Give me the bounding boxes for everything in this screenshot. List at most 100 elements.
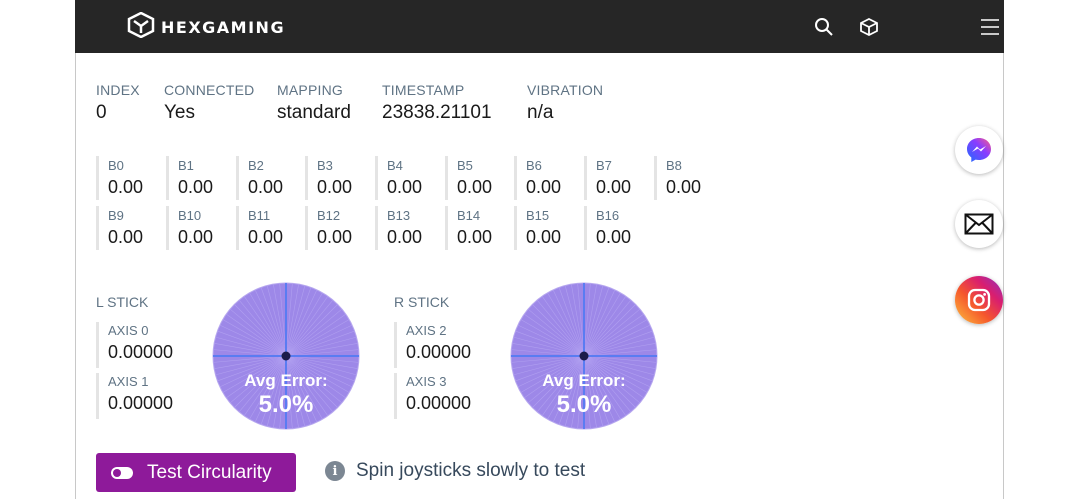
box-icon[interactable] — [857, 15, 881, 39]
button-readout-b16: B16 0.00 — [584, 206, 646, 250]
left-stick-title: L STICK — [96, 294, 149, 310]
button-label: B6 — [526, 158, 542, 173]
hint-text: Spin joysticks slowly to test — [356, 460, 586, 481]
axis-0-readout: AXIS 0 0.00000 — [96, 322, 196, 368]
axis-label: AXIS 2 — [406, 323, 447, 338]
button-value: 0.00 — [526, 177, 562, 197]
button-value: 0.00 — [178, 227, 214, 247]
instagram-icon[interactable] — [955, 276, 1003, 324]
button-label: B1 — [178, 158, 194, 173]
button-readout-b15: B15 0.00 — [514, 206, 576, 250]
axis-value: 0.00000 — [108, 393, 174, 413]
button-value: 0.00 — [248, 177, 284, 197]
info-timestamp: TIMESTAMP 23838.21101 — [382, 82, 492, 124]
axis-value: 0.00000 — [406, 342, 472, 362]
info-connected: CONNECTED Yes — [164, 82, 254, 124]
info-mapping-label: MAPPING — [277, 82, 343, 98]
info-vibration-value: n/a — [527, 102, 554, 123]
button-readout-b10: B10 0.00 — [166, 206, 228, 250]
button-value: 0.00 — [596, 177, 632, 197]
button-value: 0.00 — [666, 177, 702, 197]
top-navigation-bar: HEXGAMING — [75, 0, 1004, 53]
button-readout-b5: B5 0.00 — [445, 156, 507, 200]
button-value: 0.00 — [457, 177, 493, 197]
button-label: B9 — [108, 208, 124, 223]
axis-1-readout: AXIS 1 0.00000 — [96, 373, 196, 419]
info-vibration-label: VIBRATION — [527, 82, 604, 98]
button-value: 0.00 — [526, 227, 562, 247]
axis-label: AXIS 0 — [108, 323, 149, 338]
button-value: 0.00 — [457, 227, 493, 247]
button-readout-b0: B0 0.00 — [96, 156, 158, 200]
button-readout-b9: B9 0.00 — [96, 206, 158, 250]
test-circularity-button[interactable]: Test Circularity — [96, 453, 296, 492]
button-value: 0.00 — [108, 227, 144, 247]
button-value: 0.00 — [317, 227, 353, 247]
button-readout-b12: B12 0.00 — [305, 206, 367, 250]
button-label: B11 — [248, 208, 271, 223]
info-mapping: MAPPING standard — [277, 82, 351, 124]
axis-3-readout: AXIS 3 0.00000 — [394, 373, 494, 419]
info-index: INDEX 0 — [96, 82, 140, 124]
search-icon[interactable] — [812, 15, 836, 39]
axis-value: 0.00000 — [406, 393, 472, 413]
button-value: 0.00 — [317, 177, 353, 197]
info-index-value: 0 — [96, 102, 107, 123]
brand-logo[interactable]: HEXGAMING — [127, 11, 286, 43]
button-value: 0.00 — [248, 227, 284, 247]
stick-position-dot — [579, 351, 589, 361]
info-connected-value: Yes — [164, 102, 195, 123]
button-label: B3 — [317, 158, 333, 173]
axis-label: AXIS 1 — [108, 374, 149, 389]
brand-name: HEXGAMING — [161, 17, 286, 37]
info-index-label: INDEX — [96, 82, 140, 98]
button-label: B8 — [666, 158, 682, 173]
button-value: 0.00 — [596, 227, 632, 247]
button-label: B14 — [457, 208, 481, 223]
button-readout-b8: B8 0.00 — [654, 156, 716, 200]
button-readout-b11: B11 0.00 — [236, 206, 298, 250]
info-mapping-value: standard — [277, 102, 351, 123]
button-value: 0.00 — [178, 177, 214, 197]
button-label: B15 — [526, 208, 550, 223]
right-avg-error-value: 5.0% — [556, 391, 612, 418]
button-readout-b1: B1 0.00 — [166, 156, 228, 200]
button-label: B0 — [108, 158, 124, 173]
button-label: B4 — [387, 158, 403, 173]
mail-icon[interactable] — [955, 200, 1003, 248]
right-stick-title: R STICK — [394, 294, 450, 310]
button-value: 0.00 — [387, 177, 423, 197]
info-vibration: VIBRATION n/a — [527, 82, 603, 124]
button-readout-b14: B14 0.00 — [445, 206, 507, 250]
button-readout-b3: B3 0.00 — [305, 156, 367, 200]
axis-2-readout: AXIS 2 0.00000 — [394, 322, 494, 368]
left-avg-error-label: Avg Error: — [244, 371, 328, 390]
hexagon-logo-icon — [127, 11, 155, 43]
button-label: B5 — [457, 158, 473, 173]
button-value: 0.00 — [108, 177, 144, 197]
button-label: B16 — [596, 208, 620, 223]
button-value: 0.00 — [387, 227, 423, 247]
toggle-icon — [111, 466, 133, 479]
button-readout-b7: B7 0.00 — [584, 156, 646, 200]
button-label: B10 — [178, 208, 202, 223]
axis-label: AXIS 3 — [406, 374, 447, 389]
button-label: B2 — [248, 158, 264, 173]
button-readout-b4: B4 0.00 — [375, 156, 437, 200]
info-connected-label: CONNECTED — [164, 82, 255, 98]
button-label: B7 — [596, 158, 612, 173]
menu-icon[interactable] — [981, 15, 1001, 39]
axis-value: 0.00000 — [108, 342, 174, 362]
stick-position-dot — [281, 351, 291, 361]
button-readout-b2: B2 0.00 — [236, 156, 298, 200]
button-label: B13 — [387, 208, 411, 223]
left-avg-error-value: 5.0% — [258, 391, 314, 418]
right-avg-error-label: Avg Error: — [542, 371, 626, 390]
button-label: B12 — [317, 208, 341, 223]
info-icon: i — [325, 461, 345, 481]
button-readout-b6: B6 0.00 — [514, 156, 576, 200]
hint-message: i Spin joysticks slowly to test — [325, 460, 585, 482]
test-circularity-label: Test Circularity — [147, 461, 272, 483]
info-timestamp-label: TIMESTAMP — [382, 82, 465, 98]
messenger-icon[interactable] — [955, 126, 1003, 174]
